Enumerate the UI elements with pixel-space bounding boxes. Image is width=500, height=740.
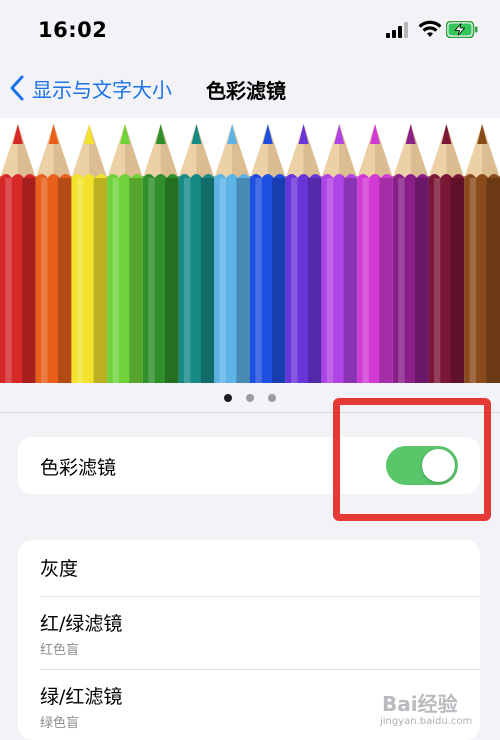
page-dot[interactable] — [246, 394, 254, 402]
status-time: 16:02 — [38, 18, 108, 42]
color-filter-label: 色彩滤镜 — [40, 457, 117, 479]
back-label: 显示与文字大小 — [32, 77, 172, 102]
filter-option-red-green[interactable]: 红/绿滤镜 红色盲 — [18, 597, 480, 669]
pencil-13 — [428, 124, 465, 383]
pencil-3 — [71, 124, 108, 383]
color-filter-preview-carousel[interactable] — [0, 118, 500, 383]
page-dot[interactable] — [268, 394, 276, 402]
navigation-bar: 显示与文字大小 色彩滤镜 — [0, 64, 500, 110]
pencil-12 — [392, 124, 429, 383]
status-bar: 16:02 — [0, 0, 500, 60]
pencil-11 — [357, 124, 393, 383]
filter-option-title: 红/绿滤镜 — [40, 613, 123, 635]
chevron-left-icon — [10, 75, 24, 101]
pencil-6 — [178, 124, 215, 383]
watermark-text: Bai经验 — [382, 692, 458, 716]
pencil-1 — [0, 124, 36, 383]
back-button[interactable]: 显示与文字大小 — [8, 72, 172, 104]
pencil-10 — [321, 124, 358, 383]
watermark-logo: Bai经验 jingyan.baidu.com — [376, 688, 496, 732]
filter-option-subtitle: 绿色盲 — [40, 716, 80, 731]
pencil-4 — [107, 124, 143, 383]
annotation-highlight-box — [333, 398, 491, 521]
wifi-icon — [418, 20, 442, 37]
watermark-url: jingyan.baidu.com — [380, 716, 473, 727]
pencil-9 — [285, 124, 322, 383]
page-title: 色彩滤镜 — [206, 79, 286, 103]
filter-option-grayscale[interactable]: 灰度 — [18, 540, 480, 596]
pencil-5 — [142, 124, 179, 383]
page-dot[interactable] — [224, 394, 232, 402]
pencil-8 — [250, 124, 286, 383]
colored-pencils-image — [0, 124, 500, 383]
pencil-2 — [35, 124, 72, 383]
pencil-14 — [464, 124, 500, 383]
filter-option-title: 绿/红滤镜 — [40, 686, 123, 708]
battery-charging-icon — [446, 21, 478, 38]
cellular-signal-icon — [386, 22, 408, 38]
filter-option-subtitle: 红色盲 — [40, 643, 80, 658]
pencil-7 — [214, 124, 250, 383]
filter-option-title: 灰度 — [40, 558, 79, 580]
